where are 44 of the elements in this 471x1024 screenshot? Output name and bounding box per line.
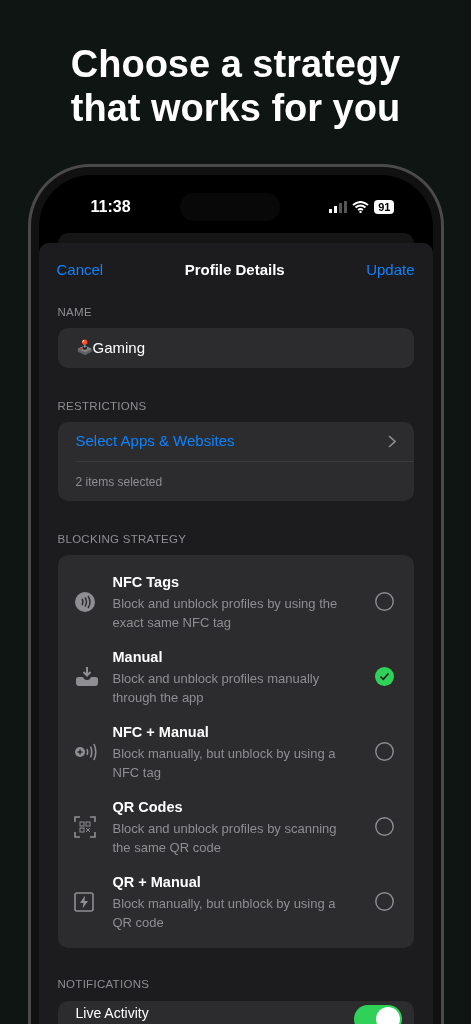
strategy-option[interactable]: QR Codes Block and unblock profiles by scanning the same QR code [57,789,414,865]
section-header: BLOCKING STRATEGY [56,532,188,547]
option-title: QR Codes [112,797,184,817]
update-button[interactable]: Update [366,259,415,282]
select-apps-row[interactable]: Select Apps & Websites [75,422,414,462]
name-field[interactable]: 🕹Gaming [57,327,414,368]
section-header: NOTIFICATIONS [56,977,151,993]
option-description: Block manually, but unblock by using a NFC tag [112,744,337,782]
radio-checked[interactable] [374,667,394,687]
row-label: Live Activity [75,1004,149,1021]
headline: Choose a strategy that works for you [69,42,402,130]
chevron-right-icon [387,435,396,448]
option-title: NFC + Manual [112,722,210,742]
status-time: 11:38 [90,197,131,217]
radio-button[interactable] [374,742,394,762]
strategy-option[interactable]: NFC + Manual Block manually, but unblock by using a NFC tag [57,714,414,790]
signal-icon [329,201,348,213]
option-title: NFC Tags [112,572,181,592]
tray-download-icon [73,665,100,688]
strategy-option[interactable]: NFC Tags Block and unblock profiles by using the exact same NFC tag [57,564,414,640]
joystick-emoji: 🕹 [75,338,93,358]
wifi-icon [352,201,370,213]
option-description: Block and unblock profiles manually through the app [112,669,321,707]
bolt-square-icon [73,891,94,912]
option-description: Block manually, but unblock by using a QR code [112,894,337,932]
option-description: Block and unblock profiles by using the exact same NFC tag [112,594,339,632]
radio-button[interactable] [374,592,394,612]
items-selected-note: 2 items selected [75,473,164,491]
option-title: Manual [112,647,164,667]
sheet-title: Profile Details [184,260,285,280]
nfc-icon [73,590,96,613]
section-header: RESTRICTIONS [56,398,148,414]
name-value: Gaming [92,337,146,358]
cancel-button[interactable]: Cancel [56,259,104,282]
option-description: Block and unblock profiles by scanning the same QR code [112,819,338,857]
section-header: NAME [56,304,93,320]
battery-indicator: 91 [374,200,395,214]
strategy-option[interactable]: QR + Manual Block manually, but unblock by using a QR code [57,864,414,940]
qr-scan-icon [73,815,96,838]
strategy-option[interactable]: Manual Block and unblock profiles manually through the app [57,639,414,715]
option-title: QR + Manual [112,872,202,892]
toggle[interactable] [353,1004,402,1024]
radio-button[interactable] [374,817,394,837]
radio-button[interactable] [374,892,394,912]
